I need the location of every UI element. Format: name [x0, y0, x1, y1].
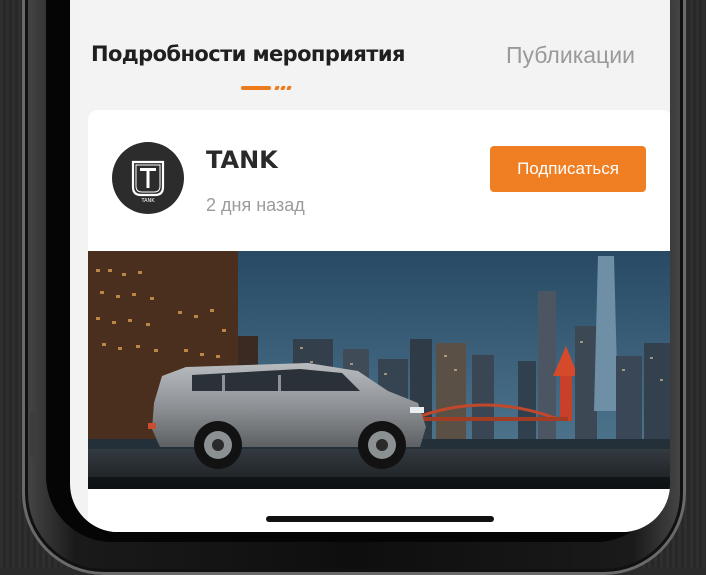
- home-indicator[interactable]: [266, 516, 494, 522]
- author-name[interactable]: TANK: [206, 146, 278, 174]
- subscribe-button[interactable]: Подписаться: [490, 146, 646, 192]
- phone-side-button: [30, 412, 36, 458]
- tab-publications[interactable]: Публикации: [506, 42, 635, 69]
- post-timestamp: 2 дня назад: [206, 195, 305, 215]
- tab-bar: Подробности мероприятия Публикации: [70, 0, 670, 90]
- tab-event-details[interactable]: Подробности мероприятия: [91, 42, 405, 66]
- avatar[interactable]: TANK: [112, 142, 184, 214]
- post-card[interactable]: TANK TANK 2 дня назад Подписаться: [88, 110, 670, 532]
- app-screen: Подробности мероприятия Публикации TANK …: [70, 0, 670, 532]
- logo-badge-text: TANK: [140, 198, 155, 204]
- city-night-suv-image: [88, 251, 670, 489]
- post-image[interactable]: [88, 251, 670, 489]
- tank-logo-icon: TANK: [131, 160, 165, 204]
